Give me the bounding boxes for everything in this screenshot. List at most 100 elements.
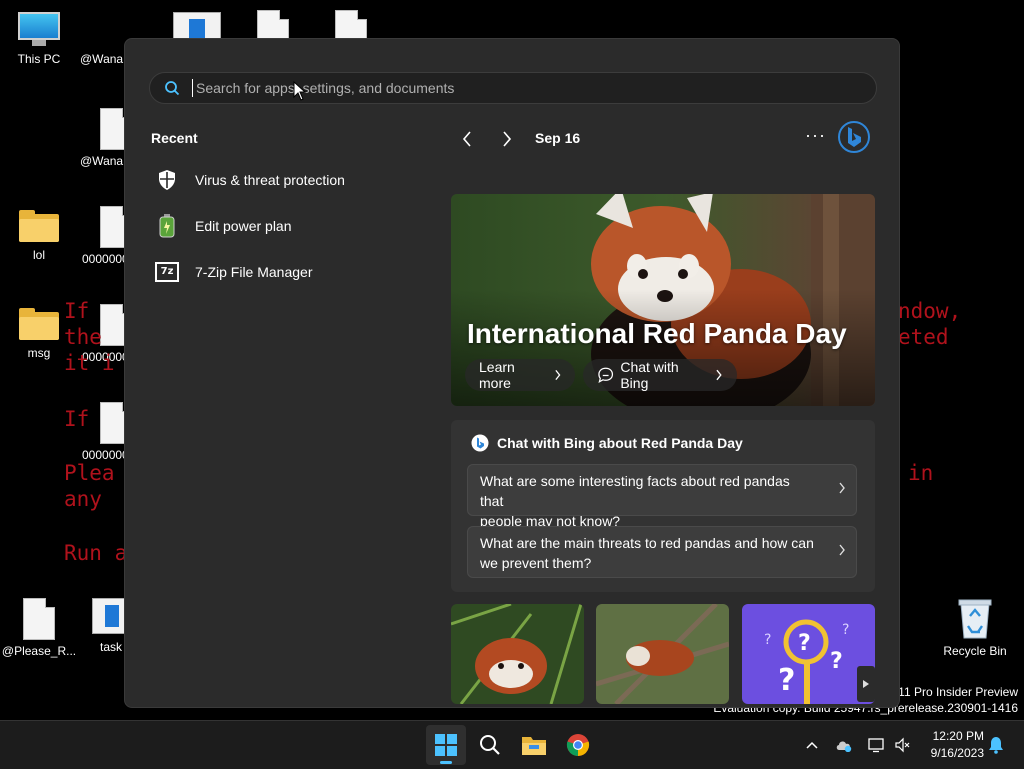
document-icon <box>100 206 126 248</box>
show-hidden-icons-button[interactable] <box>800 733 824 757</box>
bell-icon <box>989 737 1003 754</box>
recent-item-7zip[interactable]: 7z 7-Zip File Manager <box>155 256 415 288</box>
thumbnail-red-panda-tree[interactable] <box>596 604 729 704</box>
search-icon <box>480 735 500 755</box>
ransom-text-line: in <box>908 461 934 485</box>
desktop-icon-label: @Please_R... <box>1 644 77 658</box>
question-line: What are the main threats to red pandas … <box>480 535 814 551</box>
text-file-icon <box>23 598 55 640</box>
clock-time: 12:20 PM <box>932 729 984 743</box>
chevron-right-icon <box>716 369 722 381</box>
folder-icon <box>19 308 59 340</box>
folder-icon <box>19 210 59 242</box>
chevron-right-icon <box>503 131 512 147</box>
taskbar: 12:20 PM 9/16/2023 <box>0 720 1024 769</box>
desktop-icon-label: @WanaI <box>80 154 126 168</box>
desktop-icon-task[interactable]: task <box>86 598 126 654</box>
red-panda-thumbnail-image <box>451 604 584 704</box>
hero-card[interactable]: International Red Panda Day Learn more C… <box>451 194 875 406</box>
recent-item-virus-threat[interactable]: Virus & threat protection <box>155 164 415 196</box>
chrome-icon <box>566 734 590 756</box>
ransom-text-line: Run a <box>64 541 128 565</box>
svg-text:?: ? <box>830 649 843 674</box>
text-caret <box>192 79 193 97</box>
recent-heading: Recent <box>151 130 198 146</box>
computer-icon <box>18 12 60 48</box>
ransom-text-line: ndow, <box>898 299 962 323</box>
mouse-cursor-icon <box>293 81 307 101</box>
ransom-text-line: it i <box>64 351 115 375</box>
thumbnail-red-panda-bamboo[interactable] <box>451 604 584 704</box>
watermark-line-1: s 11 Pro Insider Preview <box>888 685 1018 699</box>
network-tray-button[interactable] <box>864 733 888 757</box>
desktop-icon-wana-2[interactable]: @WanaI <box>74 108 126 168</box>
chevron-right-icon <box>839 544 845 556</box>
learn-more-button[interactable]: Learn more <box>465 359 575 391</box>
ransom-text-line: If <box>64 299 90 323</box>
learn-more-label: Learn more <box>479 359 515 391</box>
volume-tray-button[interactable] <box>890 733 914 757</box>
volume-muted-icon <box>895 737 910 753</box>
svg-text:?: ? <box>764 632 771 648</box>
desktop-icon-label: task <box>100 640 123 654</box>
recent-item-label: 7-Zip File Manager <box>195 264 313 280</box>
recent-item-label: Edit power plan <box>195 218 292 234</box>
network-icon <box>868 738 884 753</box>
chat-with-bing-card: Chat with Bing about Red Panda Day What … <box>451 420 875 592</box>
desktop-icon-wana-1[interactable]: @WanaI <box>66 12 126 66</box>
chevron-up-icon <box>806 741 818 749</box>
windows-logo-icon <box>435 734 457 756</box>
recent-item-power-plan[interactable]: Edit power plan <box>155 210 415 242</box>
battery-icon <box>155 214 179 238</box>
chat-with-bing-label: Chat with Bing <box>620 359 679 391</box>
notifications-button[interactable] <box>984 733 1008 757</box>
chevron-right-icon <box>839 482 845 494</box>
play-arrow-icon <box>863 680 869 688</box>
desktop-icon-please-read[interactable]: @Please_R... <box>0 598 78 658</box>
file-explorer-icon <box>522 737 546 755</box>
suggested-question-2[interactable]: What are the main threats to red pandas … <box>467 526 857 578</box>
chevron-left-icon <box>462 131 471 147</box>
chat-card-heading: Chat with Bing about Red Panda Day <box>471 434 743 452</box>
file-explorer-button[interactable] <box>514 725 554 765</box>
desktop-icon-lol[interactable]: lol <box>0 206 78 262</box>
desktop-icon-label: @WanaI <box>80 52 126 66</box>
svg-text:?: ? <box>798 631 811 656</box>
start-button[interactable] <box>426 725 466 765</box>
search-box[interactable] <box>149 72 877 104</box>
red-panda-thumbnail-image <box>596 604 729 704</box>
recent-item-label: Virus & threat protection <box>195 172 345 188</box>
search-icon <box>165 81 180 96</box>
onedrive-tray-button[interactable] <box>832 733 856 757</box>
start-menu: Recent Virus & threat protection Edit po… <box>124 38 900 708</box>
ransom-text-line: eted <box>898 325 949 349</box>
7zip-icon-text: 7z <box>155 262 179 282</box>
question-mark-magnifier-image: ? ? ? ? ? <box>742 604 875 704</box>
previous-day-button[interactable] <box>455 127 479 151</box>
taskbar-search-button[interactable] <box>470 725 510 765</box>
more-options-button[interactable]: ··· <box>805 125 826 146</box>
clock-date: 9/16/2023 <box>930 746 984 760</box>
chrome-button[interactable] <box>558 725 598 765</box>
desktop-icon-label: Recycle Bin <box>943 644 1007 658</box>
desktop-icon-label: 0000000 <box>82 252 126 266</box>
scroll-right-button[interactable] <box>857 666 875 702</box>
desktop-icon-file-0a[interactable]: 0000000 <box>74 206 126 266</box>
taskbar-clock[interactable]: 12:20 PM 9/16/2023 <box>931 728 984 762</box>
chat-bubble-icon <box>598 367 614 383</box>
suggested-question-1[interactable]: What are some interesting facts about re… <box>467 464 857 529</box>
thumbnail-quiz[interactable]: ? ? ? ? ? <box>742 604 875 704</box>
chevron-right-icon <box>554 369 560 381</box>
question-line: What are some interesting facts about re… <box>480 473 790 509</box>
chat-with-bing-button[interactable]: Chat with Bing <box>583 359 737 391</box>
bing-button[interactable] <box>838 121 870 158</box>
document-icon <box>100 402 126 444</box>
icon-placeholder <box>66 12 126 52</box>
cloud-icon <box>836 741 852 752</box>
feed-date: Sep 16 <box>535 130 581 146</box>
bing-chat-icon <box>471 434 489 452</box>
desktop-icon-recycle-bin[interactable]: Recycle Bin <box>936 596 1014 658</box>
document-icon <box>100 108 126 150</box>
next-day-button[interactable] <box>495 127 519 151</box>
ransom-text-line: If <box>64 407 90 431</box>
